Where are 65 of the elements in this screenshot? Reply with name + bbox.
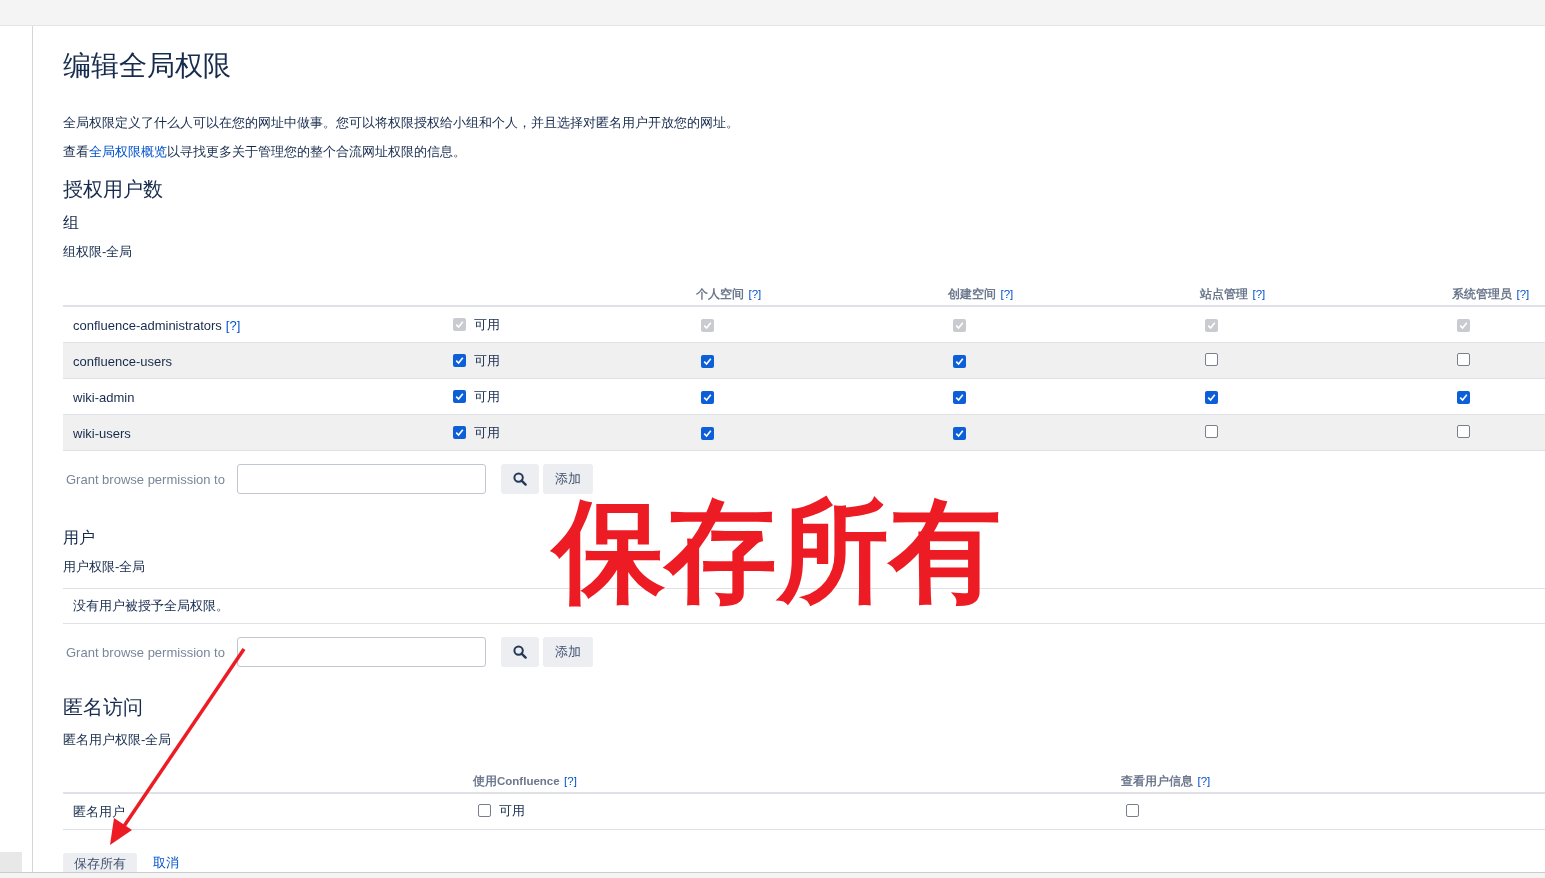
checkbox-label: 可用: [474, 315, 500, 334]
search-button[interactable]: [501, 637, 539, 667]
help-link[interactable]: [?]: [1252, 287, 1266, 300]
section-heading: 授权用户数: [63, 177, 164, 202]
column-header: 站点管理: [1200, 287, 1248, 300]
help-link[interactable]: [?]: [1000, 287, 1014, 300]
group-name: 匿名用户: [72, 804, 125, 819]
checkbox-label: 可用: [474, 387, 500, 406]
subsection-heading: 组: [63, 213, 80, 233]
intro-text: 全局权限定义了什么人可以在您的网址中做事。您可以将权限授权给小组和个人，并且选择对匿名用户开放您的网址。: [63, 114, 740, 132]
add-button[interactable]: 添加: [543, 637, 593, 667]
checkbox-label: 可用: [474, 351, 500, 370]
checkbox-label: 可用: [474, 423, 500, 442]
group-name: wiki-users: [72, 425, 131, 441]
checkbox[interactable]: [1457, 352, 1470, 366]
section-heading: 匿名访问: [63, 695, 144, 720]
grant-input[interactable]: [237, 637, 486, 667]
checkbox[interactable]: [701, 354, 714, 368]
page-title: 编辑全局权限: [63, 49, 232, 83]
column-header: 个人空间: [696, 287, 744, 300]
search-icon: [513, 645, 527, 659]
cancel-link[interactable]: 取消: [153, 854, 179, 872]
checkbox[interactable]: [1205, 352, 1218, 366]
checkbox[interactable]: [1205, 424, 1218, 438]
checkbox[interactable]: [453, 354, 466, 368]
group-name: wiki-admin: [72, 389, 135, 405]
column-header: 使用Confluence: [473, 774, 560, 787]
help-link[interactable]: [?]: [564, 774, 577, 787]
group-name: confluence-administrators: [72, 317, 222, 333]
table-caption: 用户权限-全局: [63, 558, 147, 576]
checkbox[interactable]: [953, 390, 966, 404]
sidebar-handle[interactable]: [0, 852, 22, 872]
table-caption: 匿名用户权限-全局: [63, 731, 173, 749]
help-link[interactable]: [?]: [225, 317, 241, 333]
empty-message: 没有用户被授予全局权限。: [72, 597, 229, 615]
save-button[interactable]: 保存所有: [63, 853, 137, 872]
overview-text: 查看全局权限概览以寻找更多关于管理您的整个合流网址权限的信息。: [63, 143, 467, 161]
checkbox[interactable]: [453, 390, 466, 404]
subsection-heading: 用户: [63, 528, 96, 548]
checkbox[interactable]: [953, 426, 966, 440]
search-icon: [513, 472, 527, 486]
table-caption: 组权限-全局: [63, 243, 134, 261]
checkbox[interactable]: [1457, 424, 1470, 438]
column-header: 系统管理员: [1452, 287, 1512, 300]
checkbox[interactable]: [478, 804, 491, 818]
checkbox[interactable]: [1457, 390, 1470, 404]
checkbox[interactable]: [701, 390, 714, 404]
checkbox[interactable]: [1126, 803, 1139, 817]
search-button[interactable]: [501, 464, 539, 494]
grant-label: Grant browse permission to: [65, 471, 226, 487]
grant-label: Grant browse permission to: [65, 644, 226, 660]
checkbox[interactable]: [953, 354, 966, 368]
column-header: 创建空间: [948, 287, 996, 300]
checkbox[interactable]: [1205, 390, 1218, 404]
checkbox[interactable]: [701, 426, 714, 440]
column-header: 查看用户信息: [1121, 774, 1193, 787]
overview-link[interactable]: 全局权限概览: [89, 144, 167, 159]
grant-input[interactable]: [237, 464, 486, 494]
add-button[interactable]: 添加: [543, 464, 593, 494]
help-link[interactable]: [?]: [1516, 287, 1530, 300]
help-link[interactable]: [?]: [1197, 774, 1211, 787]
help-link[interactable]: [?]: [748, 287, 762, 300]
group-name: confluence-users: [72, 353, 172, 369]
checkbox-label: 可用: [499, 801, 525, 820]
checkbox[interactable]: [453, 426, 466, 440]
